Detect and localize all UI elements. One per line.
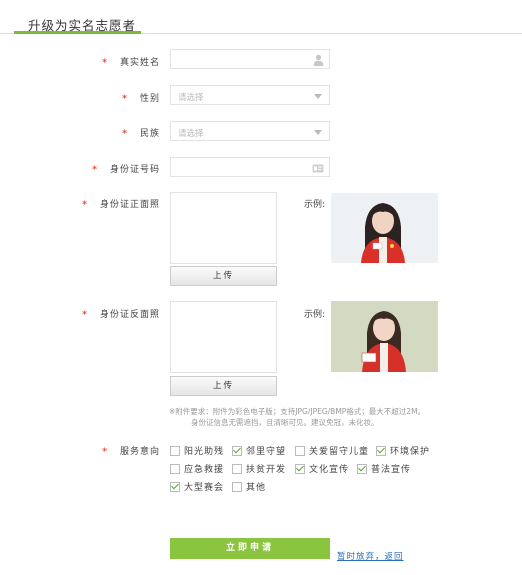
ethnicity-placeholder: 请选择 xyxy=(178,129,204,139)
service-option-neighbor[interactable]: 邻里守望 xyxy=(232,444,287,457)
checkbox-checked[interactable] xyxy=(232,445,242,456)
id-back-example-image xyxy=(331,301,438,372)
id-front-preview xyxy=(170,192,277,264)
service-option-sunshine[interactable]: 阳光助残 xyxy=(170,444,225,457)
required-mark: * xyxy=(122,129,128,139)
id-number-label: * 身份证号码 xyxy=(0,162,160,175)
service-option-law[interactable]: 普法宣传 xyxy=(357,462,412,475)
service-option-label: 环境保护 xyxy=(390,447,431,457)
name-input[interactable] xyxy=(170,49,330,69)
id-front-example-image xyxy=(331,193,438,263)
required-mark: * xyxy=(82,200,88,210)
checkbox[interactable] xyxy=(232,463,242,474)
gender-label-text: 性别 xyxy=(139,94,160,104)
ethnicity-select[interactable]: 请选择 xyxy=(170,121,330,141)
required-mark: * xyxy=(102,58,108,68)
id-back-upload-button[interactable]: 上传 xyxy=(170,376,277,396)
id-front-label: * 身份证正面照 xyxy=(0,197,160,210)
service-option-label: 邻里守望 xyxy=(246,447,287,457)
id-back-label: * 身份证反面照 xyxy=(0,307,160,320)
ethnicity-label: * 民族 xyxy=(0,126,160,139)
service-option-label: 文化宣传 xyxy=(309,465,350,475)
service-option-label: 其他 xyxy=(246,483,267,493)
service-option-label: 关爱留守儿童 xyxy=(309,447,370,457)
service-option-label: 扶贫开发 xyxy=(246,465,287,475)
service-option-events[interactable]: 大型赛会 xyxy=(170,480,225,493)
checkbox[interactable] xyxy=(232,481,242,492)
id-number-label-text: 身份证号码 xyxy=(109,165,160,175)
checkbox-checked[interactable] xyxy=(376,445,386,456)
service-option-label: 大型赛会 xyxy=(184,483,225,493)
name-label: * 真实姓名 xyxy=(0,55,160,68)
checkbox-checked[interactable] xyxy=(170,481,180,492)
checkbox[interactable] xyxy=(170,463,180,474)
service-option-culture[interactable]: 文化宣传 xyxy=(295,462,350,475)
checkbox[interactable] xyxy=(295,445,305,456)
id-number-input[interactable] xyxy=(170,157,330,177)
id-card-icon xyxy=(312,164,324,176)
service-option-poverty[interactable]: 扶贫开发 xyxy=(232,462,287,475)
service-option-emergency[interactable]: 应急救援 xyxy=(170,462,225,475)
name-label-text: 真实姓名 xyxy=(119,58,160,68)
required-mark: * xyxy=(122,94,128,104)
service-label: * 服务意向 xyxy=(0,444,160,457)
required-mark: * xyxy=(82,310,88,320)
service-option-left-behind-children[interactable]: 关爱留守儿童 xyxy=(295,444,370,457)
required-mark: * xyxy=(92,165,98,175)
id-back-label-text: 身份证反面照 xyxy=(99,310,160,320)
gender-select[interactable]: 请选择 xyxy=(170,85,330,105)
checkbox-checked[interactable] xyxy=(357,463,367,474)
id-front-example-label: 示例: xyxy=(304,200,326,210)
ethnicity-label-text: 民族 xyxy=(139,129,160,139)
title-accent-bar xyxy=(14,31,141,34)
attachment-note-line2: 身份证信息无需遮挡，且清晰可见。建议免冠，未化妆。 xyxy=(191,418,379,427)
gender-placeholder: 请选择 xyxy=(178,93,204,103)
submit-button[interactable]: 立即申请 xyxy=(170,538,330,559)
id-front-label-text: 身份证正面照 xyxy=(99,200,160,210)
abandon-return-link[interactable]: 暂时放弃，返回 xyxy=(337,550,404,562)
service-label-text: 服务意向 xyxy=(119,447,160,457)
attachment-note-line1: ※附件要求：附件为彩色电子版；支持JPG/JPEG/BMP格式；最大不超过2M。 xyxy=(169,407,426,416)
service-option-other[interactable]: 其他 xyxy=(232,480,267,493)
service-option-environment[interactable]: 环境保护 xyxy=(376,444,431,457)
id-back-preview xyxy=(170,301,277,373)
required-mark: * xyxy=(102,447,108,457)
service-option-label: 阳光助残 xyxy=(184,447,225,457)
service-option-label: 应急救援 xyxy=(184,465,225,475)
gender-label: * 性别 xyxy=(0,91,160,104)
dropdown-arrow-icon xyxy=(314,94,322,99)
dropdown-arrow-icon xyxy=(314,130,322,135)
id-back-example-label: 示例: xyxy=(304,310,326,320)
checkbox[interactable] xyxy=(170,445,180,456)
service-option-label: 普法宣传 xyxy=(371,465,412,475)
checkbox-checked[interactable] xyxy=(295,463,305,474)
user-icon xyxy=(313,54,324,69)
id-front-upload-button[interactable]: 上传 xyxy=(170,266,277,286)
